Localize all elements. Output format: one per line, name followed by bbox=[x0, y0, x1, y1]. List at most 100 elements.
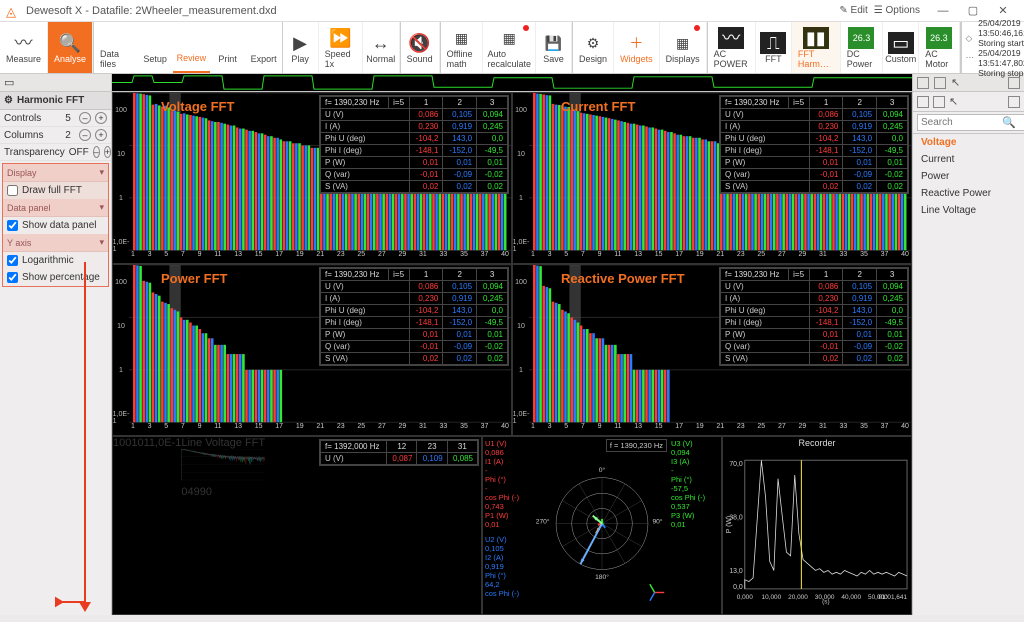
recorder-chart[interactable]: Recorder 70,038,013,00,0P (W)0,00010,000… bbox=[722, 436, 912, 615]
svg-text:0,0: 0,0 bbox=[733, 584, 743, 591]
svg-text:01:01,641: 01:01,641 bbox=[878, 594, 907, 601]
print-link[interactable]: Print bbox=[210, 22, 246, 73]
controls-label: Controls bbox=[4, 113, 57, 124]
displays-button[interactable]: ▦Displays bbox=[660, 22, 707, 73]
transparency-value: OFF bbox=[69, 147, 89, 158]
section-datapanel[interactable]: Data panel bbox=[7, 203, 51, 213]
main-toolbar: 〰Measure 🔍Analyse Data files Setup Revie… bbox=[0, 22, 1024, 74]
fft-display-button[interactable]: ⎍FFT bbox=[756, 22, 792, 73]
percentage-checkbox[interactable] bbox=[7, 272, 18, 283]
setup-link[interactable]: Setup bbox=[137, 22, 173, 73]
controls-minus[interactable]: – bbox=[79, 112, 91, 124]
collapse-left-icon[interactable]: ▭ bbox=[4, 76, 14, 89]
gear-icon: ⚙ bbox=[4, 95, 13, 106]
channel-item[interactable]: Line Voltage bbox=[913, 202, 1024, 219]
power_fft-chart[interactable]: 1001011,0E-1Power FFTf= 1390,230 Hzi=512… bbox=[112, 264, 512, 436]
columns-plus[interactable]: + bbox=[95, 129, 107, 141]
section-display[interactable]: Display bbox=[7, 168, 37, 178]
review-link[interactable]: Review bbox=[173, 22, 209, 73]
tab-icon[interactable] bbox=[1008, 96, 1020, 108]
tab-icon[interactable] bbox=[933, 96, 945, 108]
annotation-arrow bbox=[55, 262, 105, 622]
draw-full-fft-checkbox[interactable] bbox=[7, 185, 18, 196]
auto-recalc-button[interactable]: ▦Auto recalculate bbox=[483, 22, 536, 73]
svg-text:40,000: 40,000 bbox=[841, 594, 861, 601]
percentage-label: Show percentage bbox=[22, 272, 100, 283]
show-datapanel-checkbox[interactable] bbox=[7, 220, 18, 231]
svg-text:270°: 270° bbox=[536, 518, 550, 526]
channel-panel: ↖ 🔍 VoltageCurrentPowerReactive PowerLin… bbox=[912, 92, 1024, 615]
measure-tab[interactable]: 〰Measure bbox=[0, 22, 48, 73]
analyse-tab[interactable]: 🔍Analyse bbox=[48, 22, 93, 73]
svg-text:10,000: 10,000 bbox=[762, 594, 782, 601]
columns-label: Columns bbox=[4, 130, 57, 141]
svg-text:P (W): P (W) bbox=[726, 516, 733, 534]
cursor-icon[interactable]: ↖ bbox=[951, 76, 960, 89]
svg-text:0°: 0° bbox=[599, 466, 606, 474]
logarithmic-checkbox[interactable] bbox=[7, 255, 18, 266]
panel-icon[interactable] bbox=[1008, 77, 1020, 89]
offline-math-button[interactable]: ▦Offline math bbox=[441, 22, 484, 73]
panel-title: Harmonic FFT bbox=[17, 95, 84, 106]
recorder-title: Recorder bbox=[723, 437, 911, 449]
design-button[interactable]: ⚙Design bbox=[573, 22, 614, 73]
fftharm-display-button[interactable]: ▮▮FFT Harm… bbox=[792, 22, 841, 73]
svg-text:90°: 90° bbox=[652, 518, 662, 526]
transparency-plus[interactable]: + bbox=[104, 146, 111, 158]
datafiles-link[interactable]: Data files bbox=[94, 22, 137, 73]
section-yaxis[interactable]: Y axis bbox=[7, 238, 31, 248]
normal-button[interactable]: ↔Normal bbox=[363, 22, 400, 73]
channel-item[interactable]: Voltage bbox=[913, 134, 1024, 151]
window-title: Dewesoft X - Datafile: 2Wheeler_measurem… bbox=[26, 5, 831, 17]
export-link[interactable]: Export bbox=[246, 22, 282, 73]
acmotor-display-button[interactable]: 26.3AC Motor bbox=[919, 22, 959, 73]
svg-text:0,000: 0,000 bbox=[737, 594, 753, 601]
tab-icon[interactable] bbox=[917, 96, 929, 108]
channel-item[interactable]: Power bbox=[913, 168, 1024, 185]
chart-title: Line Voltage FFT bbox=[181, 437, 265, 449]
panel-icon[interactable] bbox=[934, 77, 946, 89]
columns-value: 2 bbox=[61, 130, 75, 141]
options-link[interactable]: ☰ Options bbox=[874, 5, 920, 16]
chart-title: Reactive Power FFT bbox=[561, 271, 685, 286]
search-icon[interactable]: 🔍 bbox=[1002, 116, 1016, 129]
panel-icon[interactable] bbox=[917, 77, 929, 89]
svg-text:20,000: 20,000 bbox=[788, 594, 808, 601]
custom-display-button[interactable]: ▭Custom bbox=[883, 22, 919, 73]
log-icon: ◇ bbox=[966, 33, 975, 44]
acpower-display-button[interactable]: 〰AC POWER bbox=[708, 22, 756, 73]
logarithmic-label: Logarithmic bbox=[22, 255, 74, 266]
app-logo-icon: ◬ bbox=[6, 4, 20, 18]
svg-text:70,0: 70,0 bbox=[729, 461, 743, 468]
reactive_fft-chart[interactable]: 1001011,0E-1Reactive Power FFTf= 1390,23… bbox=[512, 264, 912, 436]
channel-item[interactable]: Current bbox=[913, 151, 1024, 168]
current_fft-chart[interactable]: 1001011,0E-1Current FFTf= 1390,230 Hzi=5… bbox=[512, 92, 912, 264]
chart-title: Current FFT bbox=[561, 99, 635, 114]
transparency-minus[interactable]: – bbox=[93, 146, 100, 158]
channel-item[interactable]: Reactive Power bbox=[913, 185, 1024, 202]
polar-chart[interactable]: U1 (V)0,086 I1 (A)- Phi (°)- cos Phi (-)… bbox=[482, 436, 722, 615]
play-button[interactable]: ▶Play bbox=[283, 22, 319, 73]
show-datapanel-label: Show data panel bbox=[22, 220, 97, 231]
controls-plus[interactable]: + bbox=[95, 112, 107, 124]
polar-freq-label: f = 1390,230 Hz bbox=[606, 439, 667, 452]
controls-value: 5 bbox=[61, 113, 75, 124]
save-button[interactable]: 💾Save bbox=[536, 22, 572, 73]
widgets-button[interactable]: ＋Widgets bbox=[614, 22, 660, 73]
voltage_fft-chart[interactable]: 1001011,0E-1Voltage FFTf= 1390,230 Hzi=5… bbox=[112, 92, 512, 264]
transparency-label: Transparency bbox=[4, 147, 65, 158]
dcpower-display-button[interactable]: 26.3DC Power bbox=[841, 22, 884, 73]
sound-button[interactable]: 🔇Sound bbox=[401, 22, 440, 73]
svg-text:180°: 180° bbox=[595, 573, 609, 581]
minimize-button[interactable]: — bbox=[928, 2, 958, 20]
columns-minus[interactable]: – bbox=[79, 129, 91, 141]
chart-title: Voltage FFT bbox=[161, 99, 234, 114]
svg-text:(s): (s) bbox=[822, 599, 830, 606]
timeline-overview[interactable] bbox=[112, 74, 912, 91]
event-log: ◇⋯ 25/04/2019 13:50:46,161554 Storing st… bbox=[961, 22, 1024, 73]
edit-link[interactable]: ✎ Edit bbox=[839, 5, 867, 16]
speed-button[interactable]: ⏩Speed 1x bbox=[319, 22, 363, 73]
line-voltage-fft-chart[interactable]: 1001011,0E-1 Line Voltage FFT f= 1392,00… bbox=[112, 436, 482, 615]
cursor-icon[interactable]: ↖ bbox=[949, 95, 958, 108]
properties-panel: ⚙Harmonic FFT Controls5–+ Columns2–+ Tra… bbox=[0, 92, 112, 615]
